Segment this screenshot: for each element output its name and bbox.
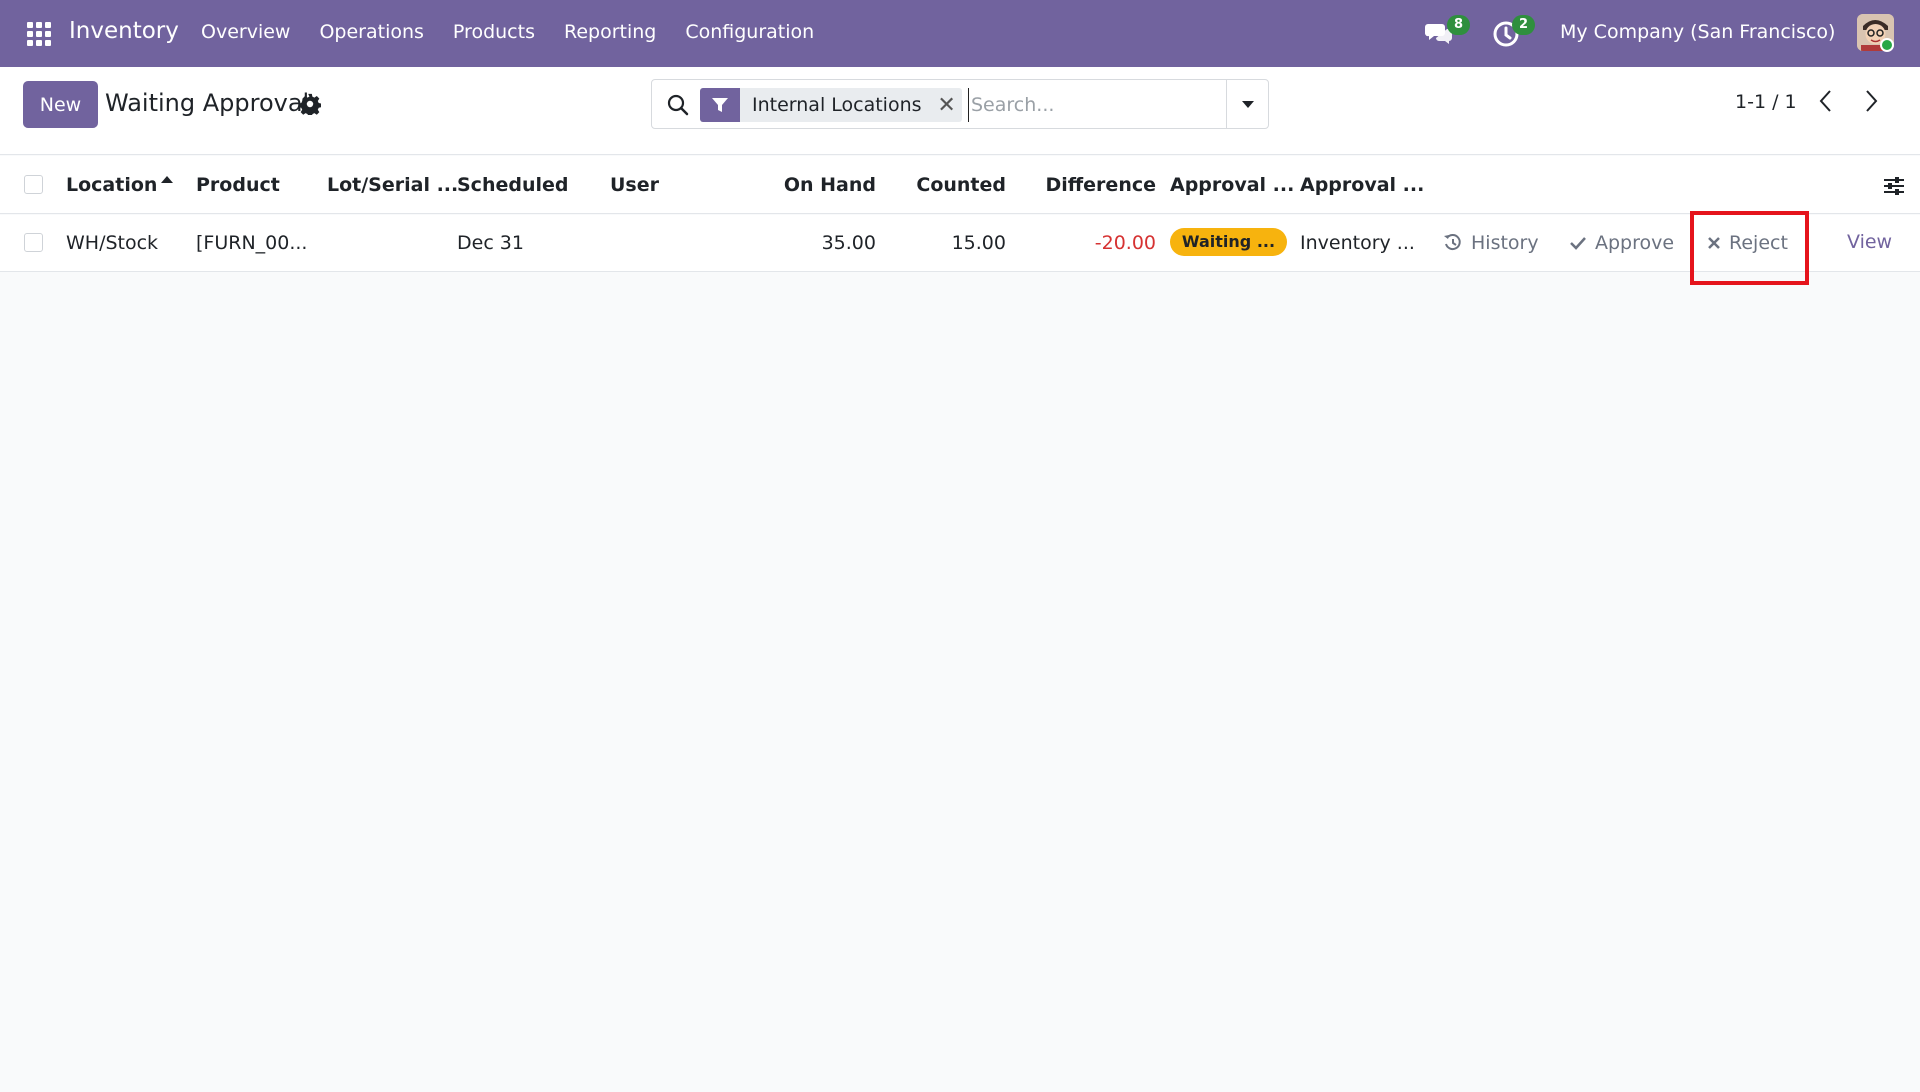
optional-columns-icon[interactable] [1882,175,1906,197]
search-facet: Internal Locations ✕ [700,88,962,122]
search-bar: Internal Locations ✕ [651,79,1269,129]
history-label: History [1471,232,1539,254]
row-checkbox[interactable] [24,233,43,252]
pager-value[interactable]: 1-1 / 1 [1735,91,1797,113]
menu-reporting[interactable]: Reporting [564,21,656,43]
col-scheduled[interactable]: Scheduled [457,174,569,196]
company-switcher[interactable]: My Company (San Francisco) [1560,21,1835,43]
close-icon[interactable]: ✕ [932,88,962,122]
cell-on-hand: 35.00 [821,232,876,254]
page-title: Waiting Approval [105,89,310,117]
reject-label: Reject [1729,232,1788,254]
online-status-icon [1880,38,1894,52]
activities-badge: 2 [1512,15,1536,35]
cell-scheduled: Dec 31 [457,232,524,254]
messages-badge: 8 [1447,15,1471,35]
gear-icon[interactable] [299,93,321,115]
menu-products[interactable]: Products [453,21,535,43]
main-menu: Overview Operations Products Reporting C… [201,21,843,43]
cell-location: WH/Stock [66,232,159,254]
caret-down-icon [1242,101,1254,108]
control-panel: New Waiting Approval Internal Locations … [0,67,1920,155]
cell-counted: 15.00 [951,232,1006,254]
close-icon [1708,237,1720,249]
approve-label: Approve [1595,232,1675,254]
apps-grid-icon[interactable] [27,22,51,46]
col-product[interactable]: Product [196,174,280,196]
table-row[interactable]: WH/Stock [FURN_00... Dec 31 35.00 15.00 … [0,215,1920,272]
chevron-right-icon[interactable] [1862,85,1882,117]
check-icon [1570,237,1586,250]
history-icon [1444,234,1461,251]
approve-button[interactable]: Approve [1569,232,1674,254]
top-navbar: Inventory Overview Operations Products R… [0,0,1920,67]
reject-button[interactable]: Reject [1707,232,1788,254]
col-location[interactable]: Location [66,174,157,196]
select-all-checkbox[interactable] [24,175,43,194]
view-button[interactable]: View [1847,231,1892,253]
col-difference[interactable]: Difference [1040,174,1157,196]
col-on-hand[interactable]: On Hand [760,174,876,196]
chevron-left-icon[interactable] [1815,85,1835,117]
history-button[interactable]: History [1443,232,1539,254]
col-counted[interactable]: Counted [890,174,1006,196]
new-button[interactable]: New [23,81,98,128]
col-user[interactable]: User [610,174,659,196]
col-approval-user[interactable]: Approval ... [1300,174,1424,196]
col-lot-serial[interactable]: Lot/Serial ... [327,174,458,196]
search-options-toggle[interactable] [1226,80,1269,128]
cell-approval-user: Inventory ... [1300,232,1415,254]
app-brand[interactable]: Inventory [69,18,179,44]
status-badge: Waiting ... [1170,228,1287,256]
menu-operations[interactable]: Operations [319,21,423,43]
search-icon [667,94,689,116]
menu-configuration[interactable]: Configuration [685,21,814,43]
filter-funnel-icon [700,88,740,122]
cell-product: [FURN_00... [196,232,308,254]
sort-asc-icon [161,176,173,183]
search-input[interactable] [968,88,1218,122]
facet-label: Internal Locations [752,94,922,116]
col-approval-state[interactable]: Approval ... [1170,174,1294,196]
table-header: Location Product Lot/Serial ... Schedule… [0,156,1920,214]
cell-difference: -20.00 [1094,232,1156,254]
menu-overview[interactable]: Overview [201,21,290,43]
